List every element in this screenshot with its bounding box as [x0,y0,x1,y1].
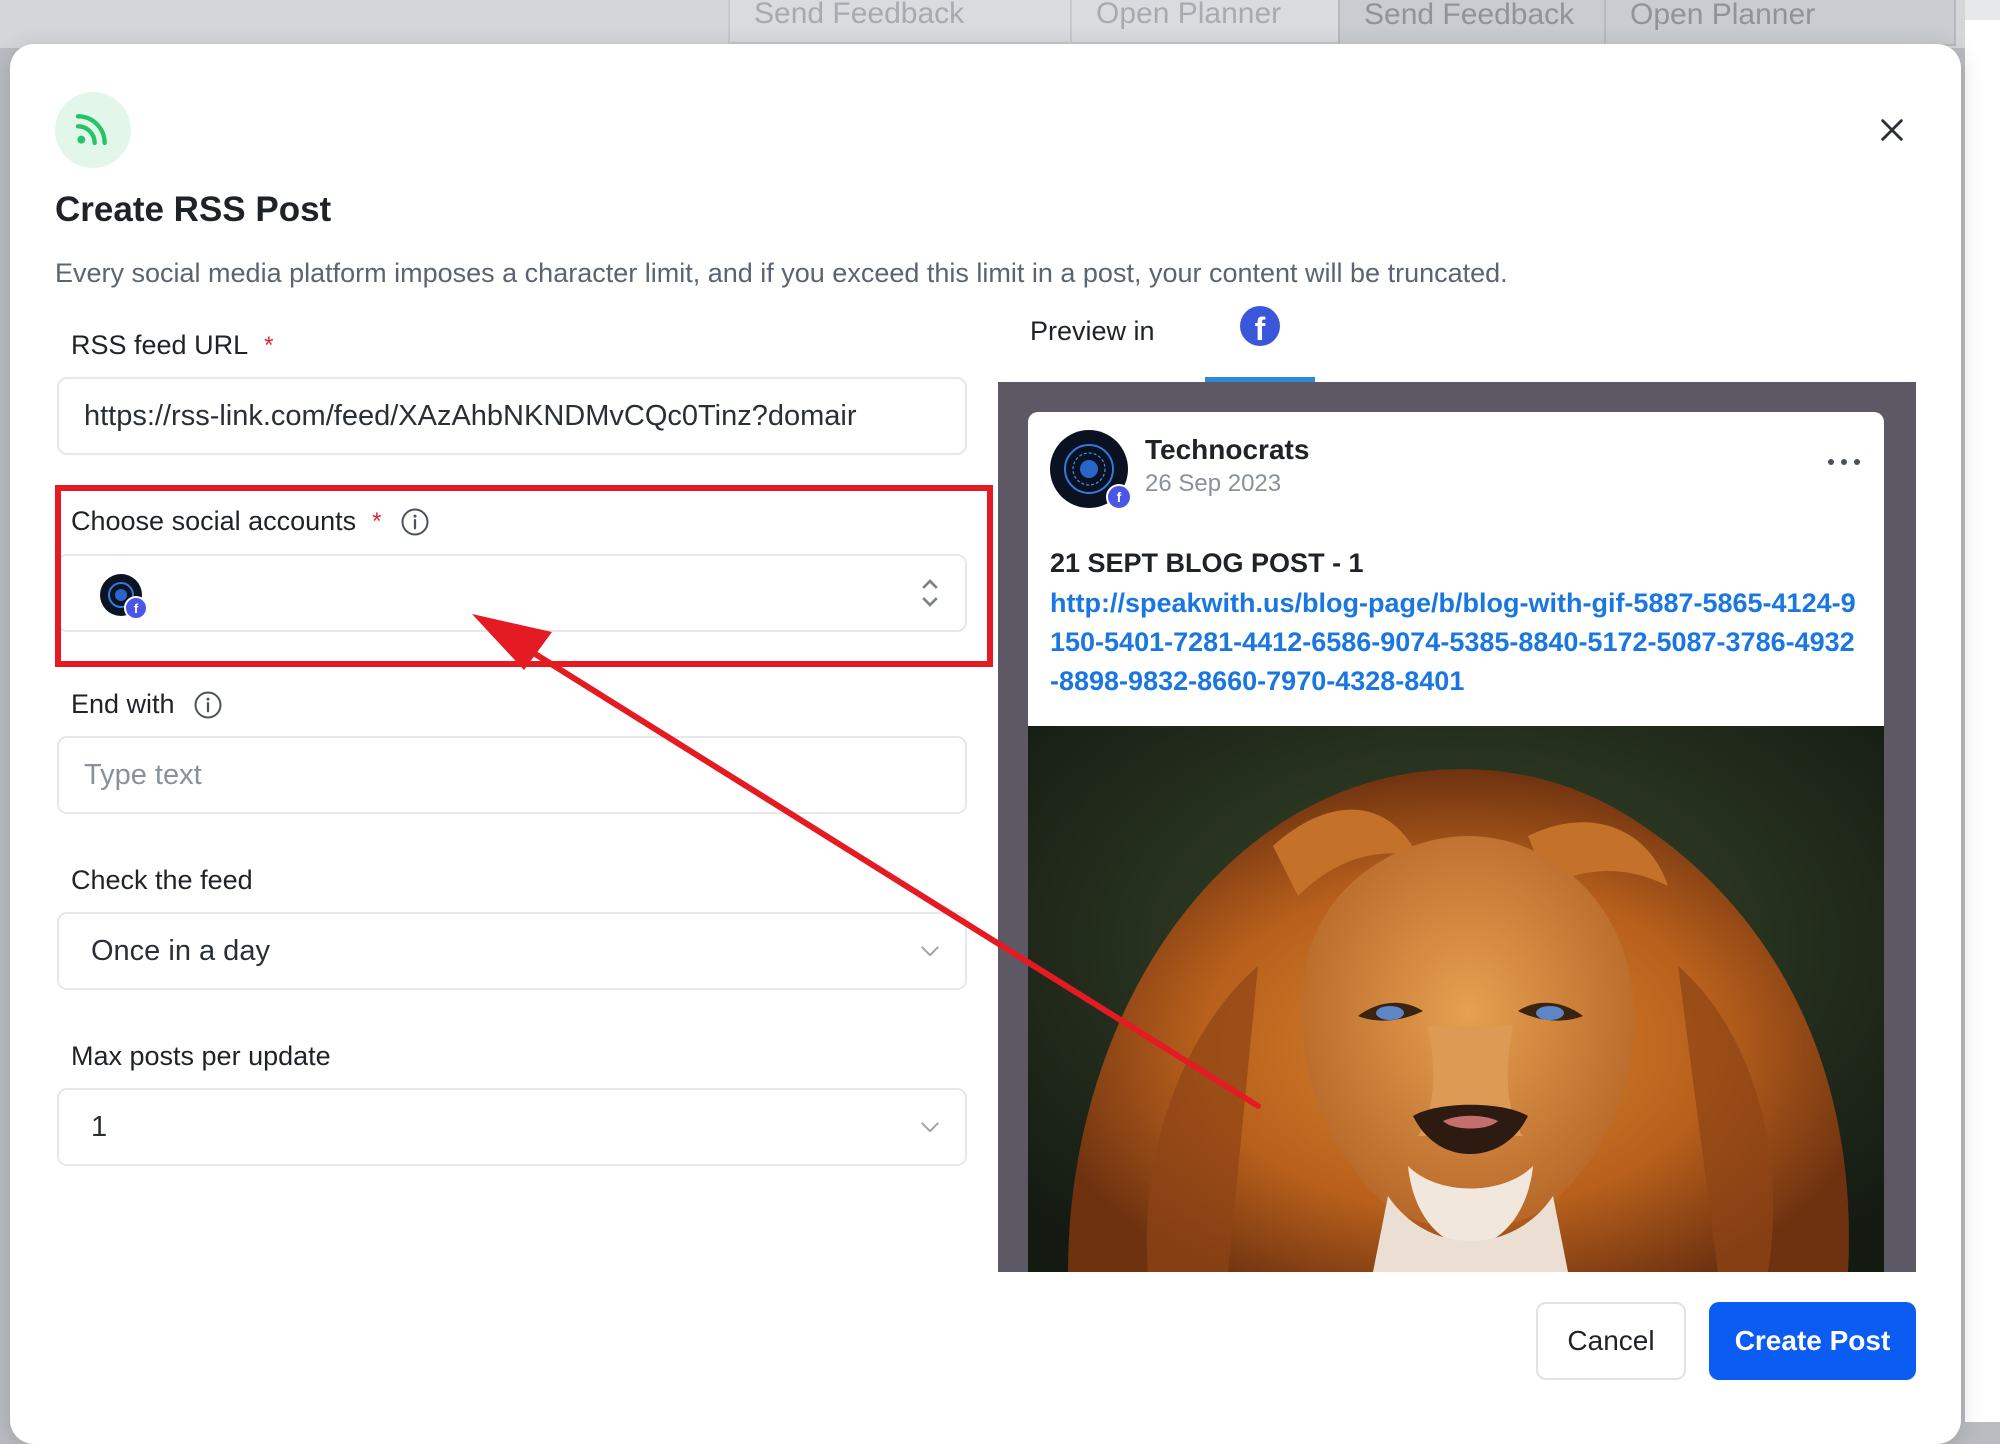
preview-area: f Technocrats 26 Sep 2023 21 SEPT BLOG P… [998,382,1916,1272]
background-right-edge [1965,0,2000,1422]
rss-url-label-text: RSS feed URL [71,330,249,360]
max-posts-value: 1 [91,1110,108,1143]
check-feed-value: Once in a day [91,934,270,967]
facebook-badge-icon: f [1106,484,1132,510]
info-icon[interactable] [193,690,223,720]
end-with-label-text: End with [71,689,175,719]
chevron-down-icon [919,914,941,988]
facebook-post-card: f Technocrats 26 Sep 2023 21 SEPT BLOG P… [1028,412,1884,1272]
end-with-placeholder: Type text [84,758,202,791]
modal-subtitle: Every social media platform imposes a ch… [55,258,1508,288]
background-toolbar: Send Feedback Open Planner Send Feedback… [0,0,2000,48]
post-title: 21 SEPT BLOG POST - 1 [1050,548,1364,578]
ghost-open-planner-button: Open Planner [1604,0,1956,46]
required-mark: * [264,331,274,359]
check-feed-label: Check the feed [71,865,253,896]
highlight-box [55,485,993,667]
modal-title: Create RSS Post [55,190,332,229]
ghost-send-feedback-back: Send Feedback [728,0,1080,44]
max-posts-label: Max posts per update [71,1041,331,1072]
post-image-lion [1028,726,1884,1272]
more-options-button[interactable] [1824,452,1864,472]
max-posts-label-text: Max posts per update [71,1041,331,1071]
rss-url-value: https://rss-link.com/feed/XAzAhbNKNDMvCQ… [84,399,857,432]
rss-url-input[interactable]: https://rss-link.com/feed/XAzAhbNKNDMvCQ… [57,377,967,455]
max-posts-select[interactable]: 1 [57,1088,967,1166]
account-avatar: f [1050,430,1132,510]
chevron-down-icon [919,1090,941,1164]
close-button[interactable] [1866,106,1918,158]
tab-facebook-preview[interactable]: f [1205,296,1315,382]
check-feed-label-text: Check the feed [71,865,253,895]
post-date: 26 Sep 2023 [1145,470,1282,497]
facebook-icon: f [1240,306,1280,346]
more-horizontal-icon [1827,453,1861,471]
rss-icon [73,108,113,153]
preview-label: Preview in [1030,316,1155,346]
create-post-button[interactable]: Create Post [1709,1302,1916,1380]
background-right-top [1965,0,2000,20]
cancel-button[interactable]: Cancel [1536,1302,1686,1380]
close-icon [1878,116,1906,149]
check-feed-select[interactable]: Once in a day [57,912,967,990]
rss-url-label: RSS feed URL * [71,330,273,361]
end-with-input[interactable]: Type text [57,736,967,814]
end-with-label: End with [71,689,223,720]
rss-badge [55,92,131,168]
post-link[interactable]: http://speakwith.us/blog-page/b/blog-wit… [1050,584,1862,701]
account-name: Technocrats [1145,434,1310,465]
